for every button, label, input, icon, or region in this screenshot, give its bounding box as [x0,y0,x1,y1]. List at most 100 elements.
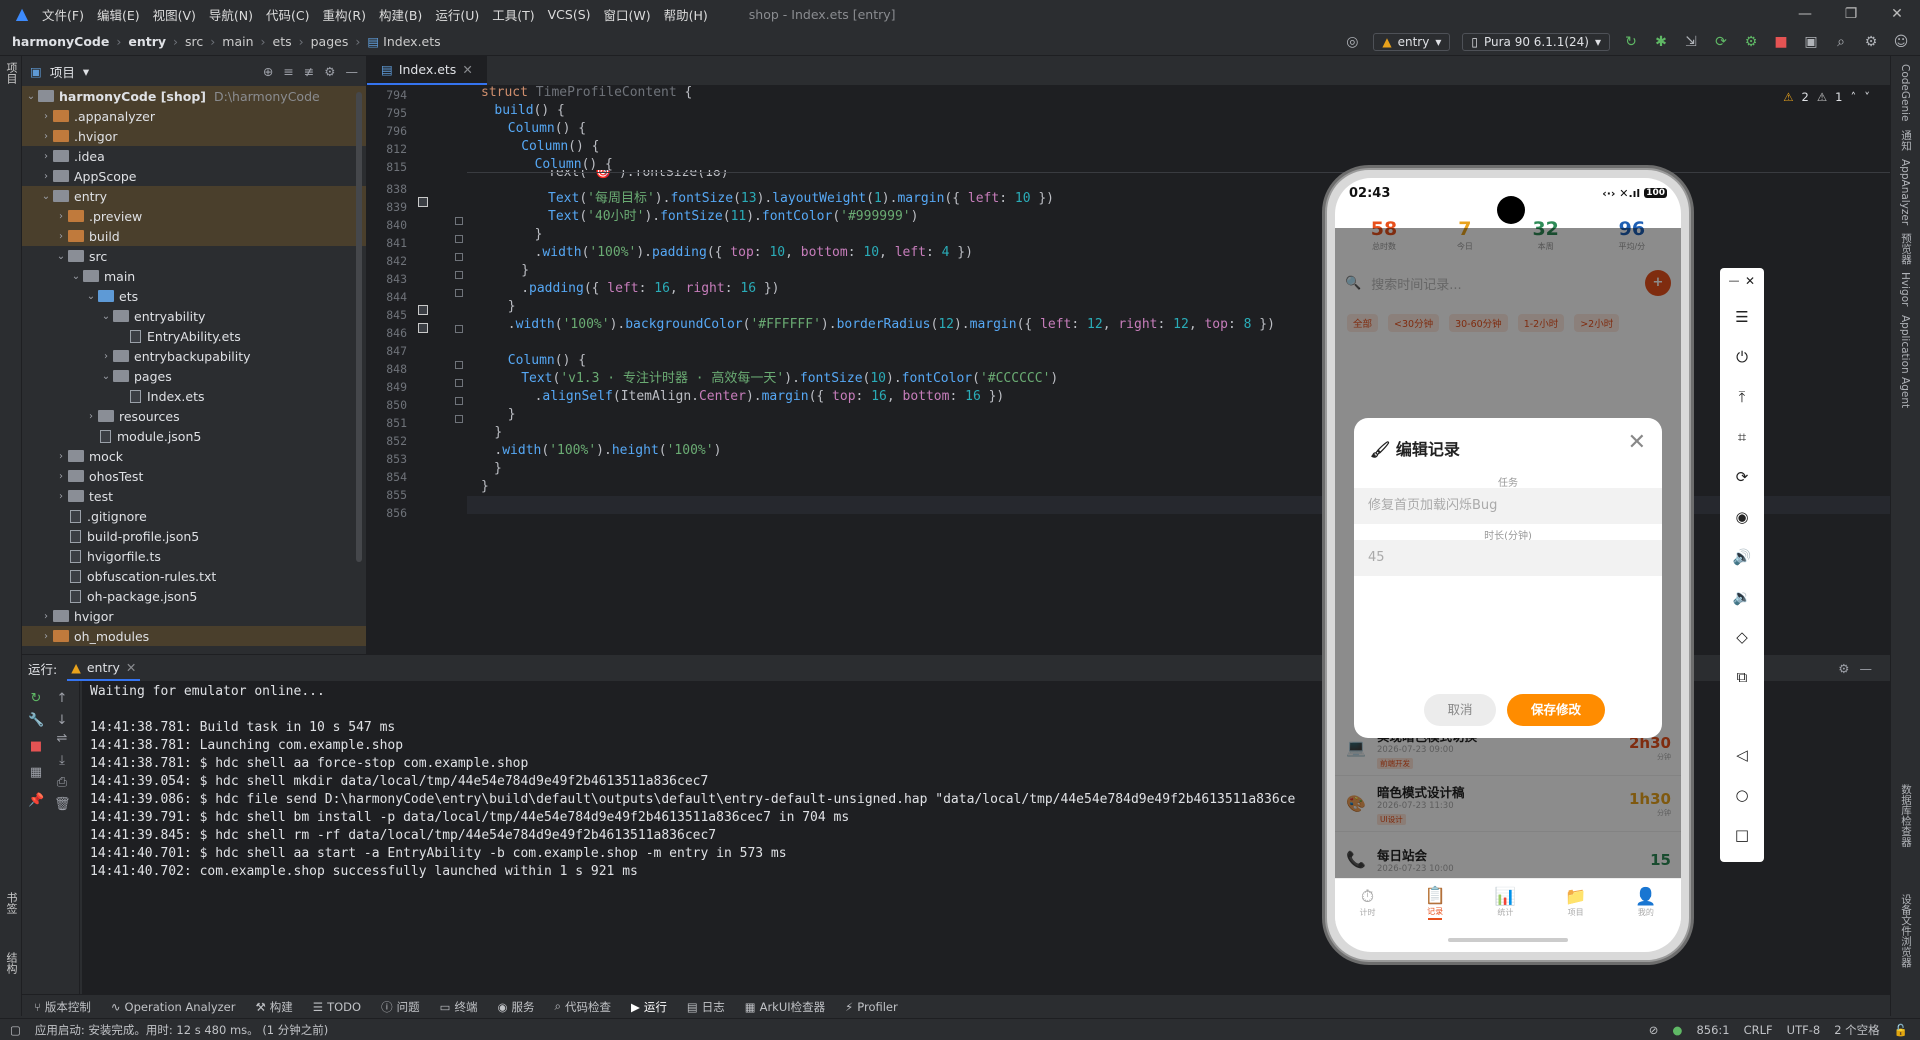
tree-item[interactable]: ⌄ entry [22,186,366,206]
breadcrumb-entry[interactable]: entry [128,34,166,49]
notifications-tool[interactable]: 通知 [1899,130,1914,151]
chevron-right-icon[interactable]: › [99,351,113,362]
code-line[interactable]: } [467,476,489,498]
fold-icon[interactable] [455,289,463,297]
device-selector[interactable]: ▯ Pura 90 6.1.1(24) ▾ [1462,33,1610,51]
hvigor-tool[interactable]: Hvigor [1899,272,1911,306]
tree-item[interactable]: EntryAbility.ets [22,326,366,346]
codegenie-tool[interactable]: CodeGenie [1899,64,1911,122]
breadcrumb-pages[interactable]: pages [311,34,349,49]
scroll-up-icon[interactable]: ↑ [54,691,70,706]
tab-build[interactable]: ⚒ 构建 [255,999,292,1015]
device-file-browser-tool[interactable]: 设备文件浏览器 [1899,894,1914,968]
menu-navigate[interactable]: 导航(N) [209,5,253,24]
tree-item[interactable]: ⌄ harmonyCode [shop] D:\harmonyCode [22,86,366,106]
volume-down-icon[interactable]: 🔉 [1720,588,1764,606]
previewer-tool[interactable]: 预览器 [1899,233,1914,265]
tree-item[interactable]: › test [22,486,366,506]
menu-icon[interactable]: ☰ [1720,308,1764,326]
menu-run[interactable]: 运行(U) [435,5,479,24]
power-icon[interactable]: ⏻ [1720,348,1764,366]
chevron-down-icon[interactable]: ▾ [83,64,89,79]
fold-icon[interactable] [455,415,463,423]
tree-item[interactable]: ⌄ main [22,266,366,286]
tab-log[interactable]: ▤ 日志 [687,999,725,1015]
chevron-down-icon[interactable]: ⌄ [54,251,68,262]
menu-vcs[interactable]: VCS(S) [548,7,591,22]
device-manager-icon[interactable]: ▣ [1802,34,1820,50]
code-line[interactable]: .width('100%').backgroundColor('#FFFFFF'… [467,314,1275,336]
fold-icon[interactable] [455,379,463,387]
tree-item[interactable]: oh-package.json5 [22,586,366,606]
code-line[interactable]: .width('100%').padding({ top: 10, bottom… [467,242,973,264]
chevron-down-icon[interactable]: ⌄ [99,311,113,322]
crop-icon[interactable]: ⌗ [1720,428,1764,446]
status-message[interactable]: 应用启动: 安装完成。用时: 12 s 480 ms。 (1 分钟之前) [35,1022,328,1038]
chevron-right-icon[interactable]: › [39,611,53,622]
fold-icon[interactable] [455,217,463,225]
tab-todo[interactable]: ☰ TODO [313,1000,361,1014]
fold-icon[interactable] [455,325,463,333]
chevron-down-icon[interactable]: ⌄ [69,271,83,282]
tab-version-control[interactable]: ⑂ 版本控制 [34,999,91,1015]
tab-services[interactable]: ◉ 服务 [497,999,534,1015]
indent-setting[interactable]: 2 个空格 [1834,1022,1879,1038]
settings-icon[interactable]: ⚙ [1862,34,1880,50]
line-separator[interactable]: CRLF [1744,1023,1773,1037]
locate-icon[interactable]: ⊕ [263,64,273,79]
tab-terminal[interactable]: ▭ 终端 [440,999,478,1015]
scroll-down-icon[interactable]: ↓ [54,713,70,728]
breadcrumb-ets[interactable]: ets [273,34,292,49]
close-window-icon[interactable]: ✕ [1874,0,1920,28]
gutter-marker-icon[interactable] [418,305,428,315]
chevron-right-icon[interactable]: › [54,451,68,462]
scrollbar[interactable] [356,92,362,562]
volume-up-icon[interactable]: 🔊 [1720,548,1764,566]
chevron-right-icon[interactable]: › [54,231,68,242]
chevron-right-icon[interactable]: › [39,111,53,122]
fold-icon[interactable]: ◇ [1720,628,1764,646]
readonly-icon[interactable]: ⊘ [1649,1023,1659,1037]
code-line[interactable]: .alignSelf(ItemAlign.Center).margin({ to… [467,386,1005,408]
screenshot-icon[interactable]: ◉ [1720,508,1764,526]
lock-icon[interactable]: 🔓 [1894,1023,1908,1037]
rerun-icon[interactable]: ↻ [1622,34,1640,50]
tree-item[interactable]: ⌄ src [22,246,366,266]
stop-icon[interactable]: ■ [1772,34,1790,50]
soft-wrap-icon[interactable]: ⇌ [54,731,70,746]
profile-icon[interactable]: ⚙ [1742,34,1760,50]
module-selector[interactable]: ▲ entry ▾ [1373,33,1451,51]
tree-item[interactable]: › build [22,226,366,246]
back-icon[interactable]: ◁ [1720,746,1764,764]
chevron-right-icon[interactable]: › [84,411,98,422]
save-button[interactable]: 保存修改 [1507,694,1605,726]
tree-item[interactable]: › .idea [22,146,366,166]
tree-item[interactable]: module.json5 [22,426,366,446]
database-inspector-tool[interactable]: 数据库检查器 [1899,784,1914,847]
chevron-right-icon[interactable]: › [39,171,53,182]
tree-item[interactable]: › .preview [22,206,366,226]
fold-icon[interactable] [455,253,463,261]
close-icon[interactable]: ✕ [462,62,472,77]
tab-1[interactable]: 📋 记录 [1425,886,1446,920]
tree-item[interactable]: build-profile.json5 [22,526,366,546]
search-icon[interactable]: ⌕ [1832,34,1850,50]
scroll-to-end-icon[interactable]: ⤓ [54,753,70,768]
chevron-right-icon[interactable]: › [39,131,53,142]
project-tool-button[interactable]: 项目 [3,62,19,84]
tree-item[interactable]: › .hvigor [22,126,366,146]
hide-icon[interactable]: — [346,64,359,79]
copy-icon[interactable]: ⧉ [1720,668,1764,686]
menu-window[interactable]: 窗口(W) [604,5,651,24]
tree-item[interactable]: Index.ets [22,386,366,406]
attach-debugger-icon[interactable]: ⇲ [1682,34,1700,50]
project-panel-title[interactable]: 项目 [50,62,75,81]
menu-help[interactable]: 帮助(H) [664,5,708,24]
target-icon[interactable]: ◎ [1343,34,1361,50]
tree-item[interactable]: › hvigor [22,606,366,626]
print-icon[interactable]: ⎙ [54,775,70,790]
rotate-top-icon[interactable]: ⤒ [1720,388,1764,406]
debug-icon[interactable]: ✱ [1652,34,1670,50]
breadcrumb-src[interactable]: src [185,34,203,49]
gear-icon[interactable]: ⚙ [1838,661,1849,676]
